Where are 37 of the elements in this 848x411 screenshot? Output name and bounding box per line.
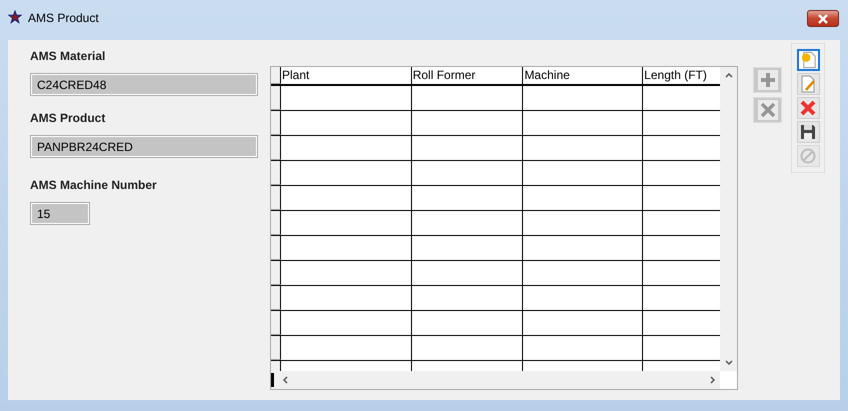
row-header[interactable] [271,211,281,235]
plus-icon [758,70,778,90]
close-icon [817,14,829,24]
data-grid[interactable]: Plant Roll Former Machine Length (FT) [270,66,738,390]
field-label: AMS Material [30,49,106,64]
input-field[interactable]: PANPBR24CRED [30,135,258,158]
column-header[interactable]: Machine [523,67,644,84]
x-button[interactable] [796,97,820,119]
pencil-document-button[interactable] [796,73,820,95]
row-header[interactable] [271,286,281,310]
vertical-scrollbar[interactable] [720,67,737,371]
corner-header[interactable] [271,67,281,84]
input-field[interactable]: C24CRED48 [30,73,258,96]
row-header[interactable] [271,111,281,135]
x-icon [758,100,778,120]
row-header[interactable] [271,261,281,285]
horizontal-scrollbar[interactable] [271,371,720,389]
column-header[interactable]: Roll Former [412,67,524,84]
prohibited-icon [798,146,818,166]
row-header[interactable] [271,86,281,110]
window-title: AMS Product [28,11,100,25]
column-header[interactable]: Length (FT) [643,67,720,84]
field-label: AMS Product [30,111,106,126]
new-document-button[interactable] [796,49,820,71]
input-field[interactable]: 15 [30,202,90,225]
column-header[interactable]: Plant [280,67,412,84]
x-icon [798,98,818,118]
close-button[interactable] [807,10,839,27]
row-header[interactable] [271,336,281,360]
row-header[interactable] [271,136,281,160]
row-header[interactable] [271,236,281,260]
floppy-disk-button[interactable] [796,121,820,143]
row-header[interactable] [271,186,281,210]
row-header[interactable] [271,161,281,185]
field-label: AMS Machine Number [30,178,158,193]
star-icon [8,10,22,24]
row-header[interactable] [271,311,281,335]
